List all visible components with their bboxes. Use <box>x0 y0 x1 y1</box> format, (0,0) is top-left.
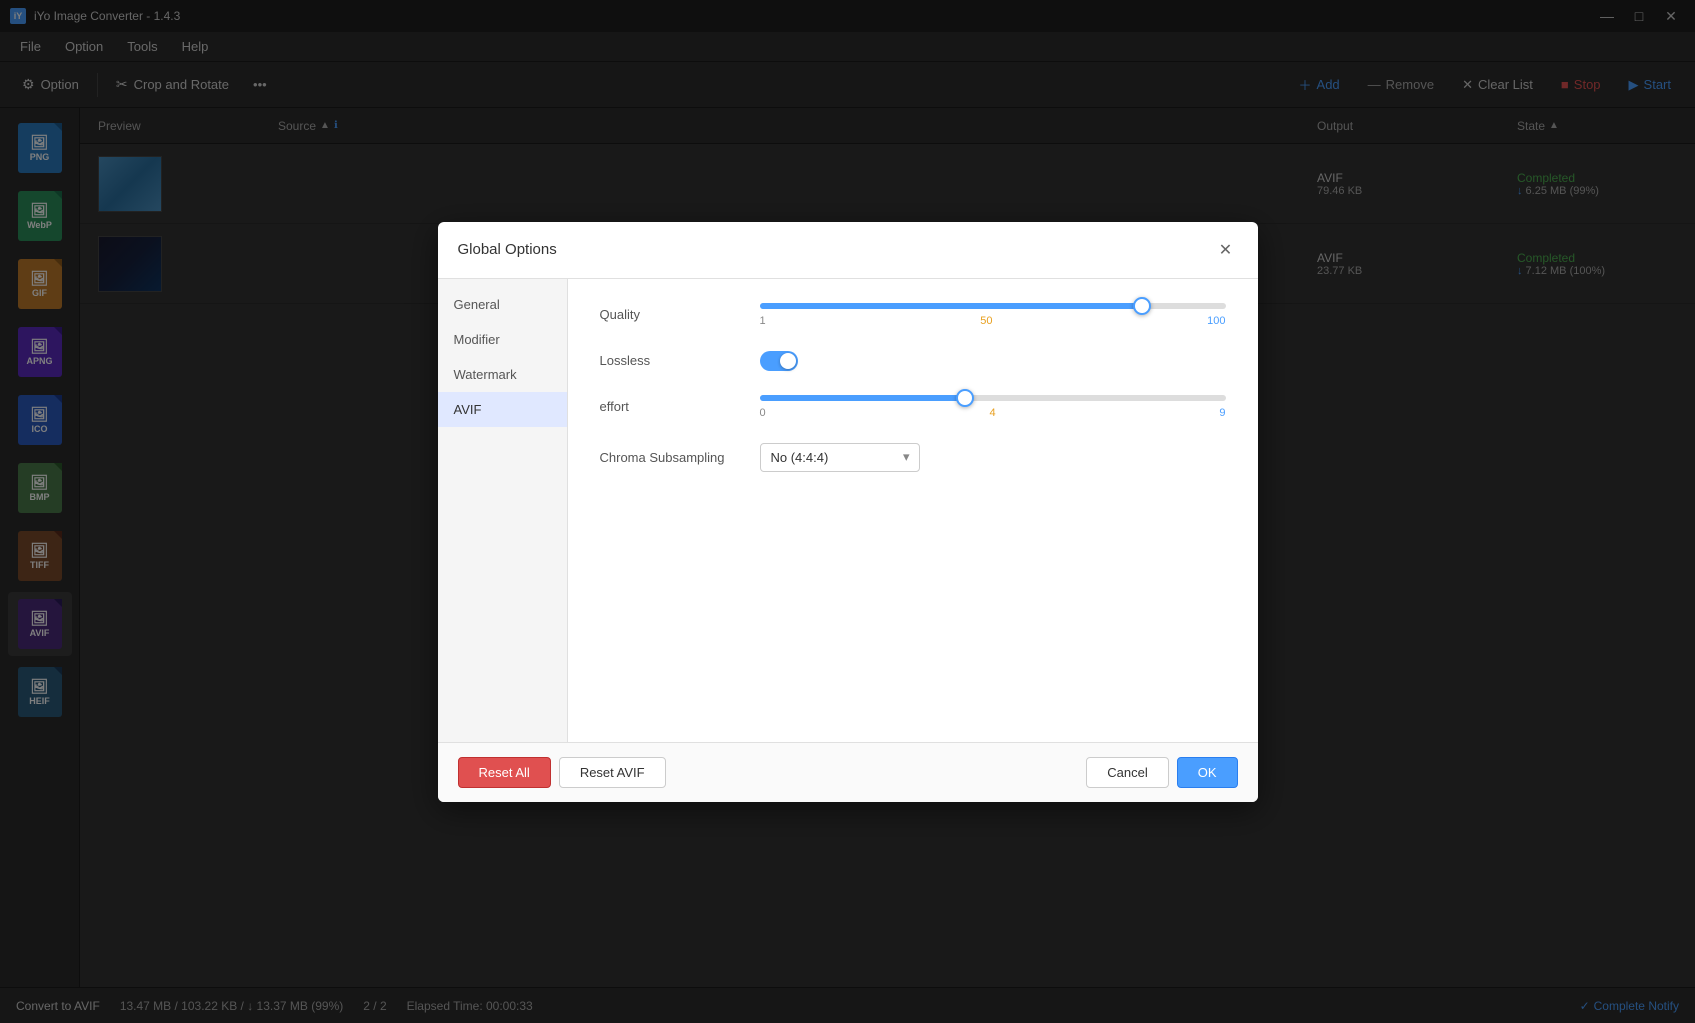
chroma-select-wrapper: No (4:4:4) Yes (4:2:0) 4:2:2 <box>760 443 920 472</box>
quality-mid-label: 50 <box>980 315 992 327</box>
effort-label: effort <box>600 399 760 414</box>
effort-slider-labels: 0 4 9 <box>760 407 1226 419</box>
quality-slider-labels: 1 50 100 <box>760 315 1226 327</box>
quality-slider-track[interactable] <box>760 303 1226 309</box>
effort-min-label: 0 <box>760 407 766 419</box>
lossless-control <box>760 351 1226 371</box>
quality-slider-fill <box>760 303 1142 309</box>
nav-general[interactable]: General <box>438 287 567 322</box>
effort-slider-fill <box>760 395 965 401</box>
quality-max-label: 100 <box>1207 315 1225 327</box>
nav-avif[interactable]: AVIF <box>438 392 567 427</box>
lossless-toggle[interactable] <box>760 351 798 371</box>
modal-nav: General Modifier Watermark AVIF <box>438 279 568 742</box>
quality-control: 1 50 100 <box>760 303 1226 327</box>
modal-title: Global Options <box>458 241 557 258</box>
effort-row: effort 0 4 9 <box>600 395 1226 419</box>
chroma-select[interactable]: No (4:4:4) Yes (4:2:0) 4:2:2 <box>760 443 920 472</box>
modal-footer: Reset All Reset AVIF Cancel OK <box>438 742 1258 802</box>
modal-footer-right: Cancel OK <box>1086 757 1237 788</box>
quality-min-label: 1 <box>760 315 766 327</box>
lossless-row: Lossless <box>600 351 1226 371</box>
reset-avif-button[interactable]: Reset AVIF <box>559 757 666 788</box>
cancel-button[interactable]: Cancel <box>1086 757 1168 788</box>
lossless-label: Lossless <box>600 353 760 368</box>
ok-button[interactable]: OK <box>1177 757 1238 788</box>
chroma-label: Chroma Subsampling <box>600 450 760 465</box>
effort-control: 0 4 9 <box>760 395 1226 419</box>
effort-slider-thumb[interactable] <box>956 389 974 407</box>
quality-label: Quality <box>600 307 760 322</box>
chroma-control: No (4:4:4) Yes (4:2:0) 4:2:2 <box>760 443 1226 472</box>
global-options-modal: Global Options ✕ General Modifier Waterm… <box>438 222 1258 802</box>
quality-row: Quality 1 50 100 <box>600 303 1226 327</box>
modal-overlay: Global Options ✕ General Modifier Waterm… <box>0 0 1695 1023</box>
effort-slider-container: 0 4 9 <box>760 395 1226 419</box>
nav-watermark[interactable]: Watermark <box>438 357 567 392</box>
effort-max-label: 9 <box>1219 407 1225 419</box>
quality-slider-container: 1 50 100 <box>760 303 1226 327</box>
quality-slider-thumb[interactable] <box>1133 297 1151 315</box>
modal-close-button[interactable]: ✕ <box>1214 238 1238 262</box>
effort-mid-label: 4 <box>989 407 995 419</box>
effort-slider-track[interactable] <box>760 395 1226 401</box>
modal-body: General Modifier Watermark AVIF Quality <box>438 279 1258 742</box>
modal-footer-left: Reset All Reset AVIF <box>458 757 666 788</box>
chroma-row: Chroma Subsampling No (4:4:4) Yes (4:2:0… <box>600 443 1226 472</box>
reset-all-button[interactable]: Reset All <box>458 757 551 788</box>
modal-main-content: Quality 1 50 100 <box>568 279 1258 742</box>
modal-header: Global Options ✕ <box>438 222 1258 279</box>
toggle-thumb <box>780 353 796 369</box>
nav-modifier[interactable]: Modifier <box>438 322 567 357</box>
